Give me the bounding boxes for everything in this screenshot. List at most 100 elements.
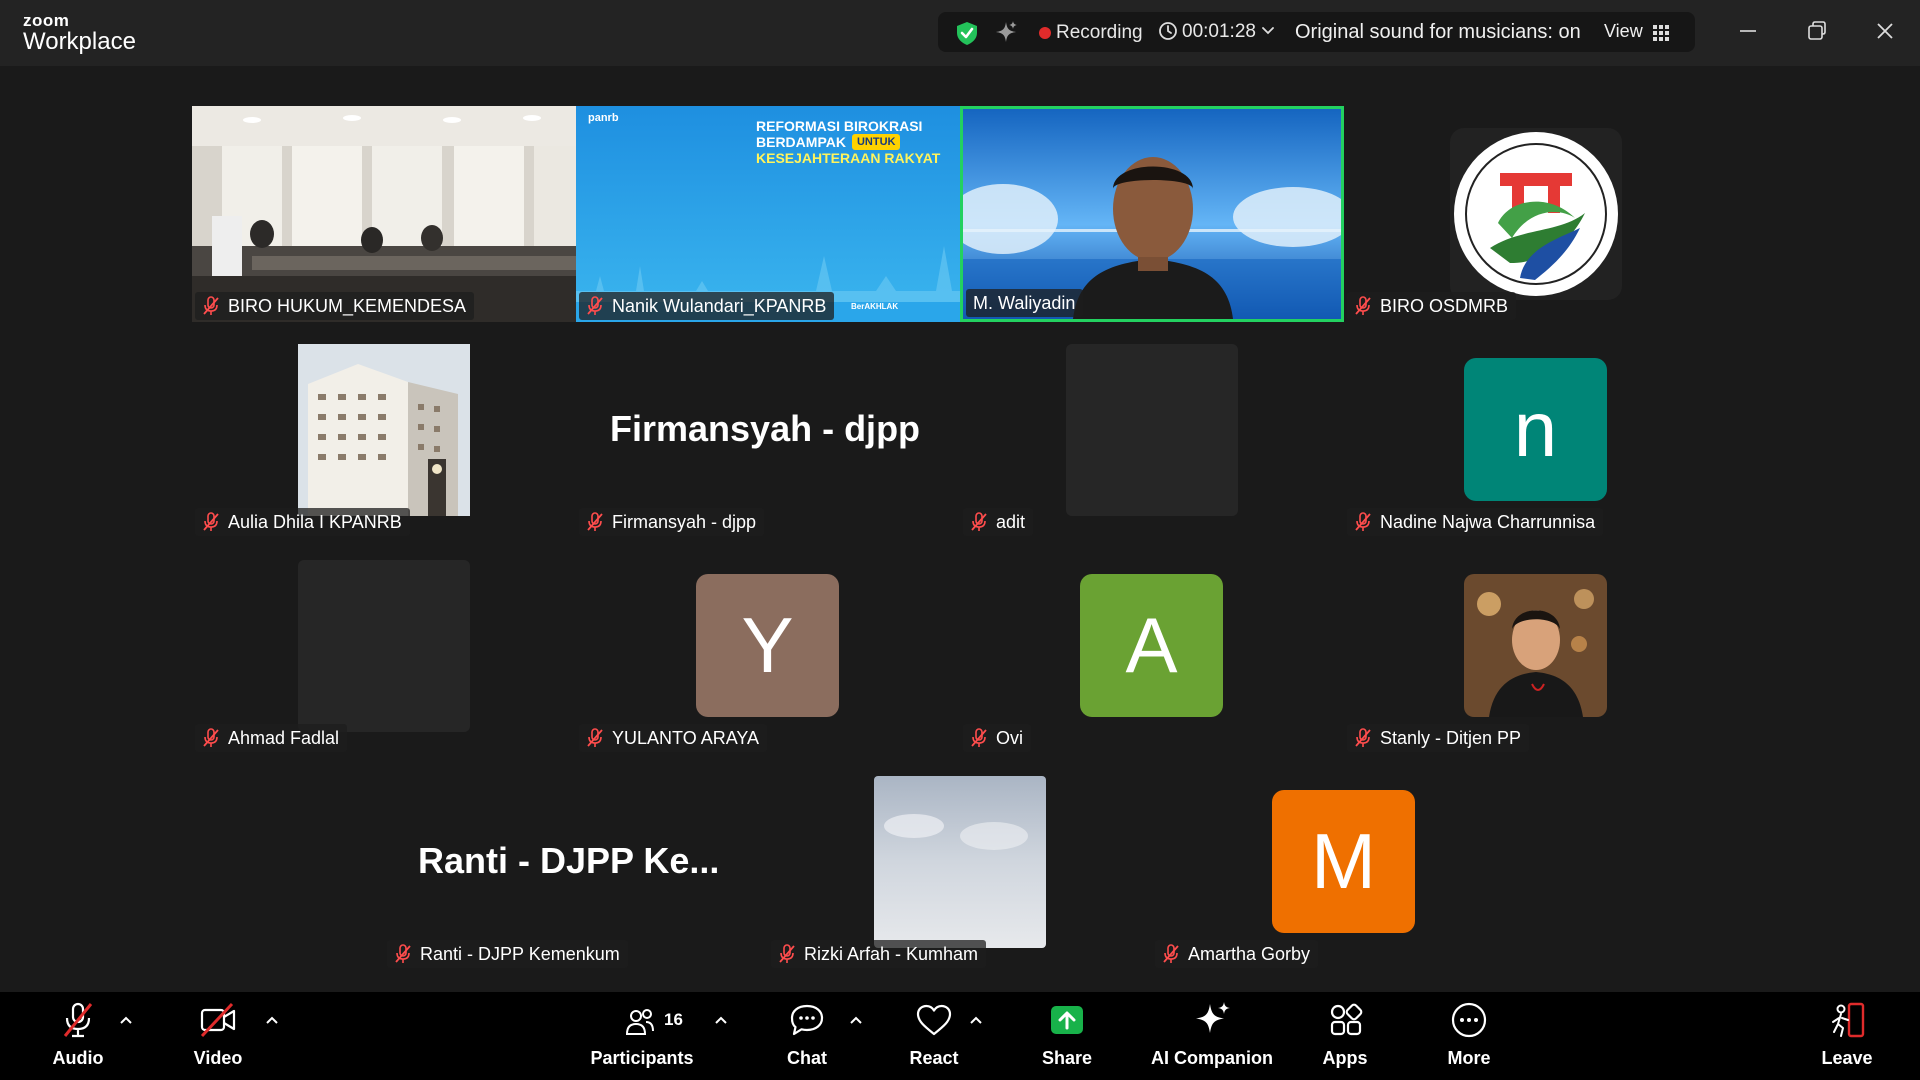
participants-icon — [625, 1009, 654, 1035]
muted-mic-icon — [203, 728, 219, 747]
more-button[interactable]: More — [1434, 998, 1504, 1069]
title-bar: zoom Workplace Recording 00:01:28 Origin… — [0, 0, 1920, 66]
speaker-video — [963, 109, 1341, 319]
slide-title: REFORMASI BIROKRASI BERDAMPAK UNTUK KESE… — [756, 118, 940, 166]
ai-companion-label: AI Companion — [1151, 1048, 1273, 1068]
audio-button[interactable]: Audio — [42, 998, 114, 1069]
video-tile-nanik[interactable]: panrb REFORMASI BIROKRASI BERDAMPAK UNTU… — [576, 106, 960, 322]
muted-mic-icon — [1163, 944, 1179, 963]
initial-avatar: A — [1080, 574, 1223, 717]
video-tile-biro-osdmrb[interactable]: BIRO OSDMRB — [1344, 106, 1728, 322]
video-tile-ovi[interactable]: A Ovi — [960, 538, 1344, 754]
ai-sparkle-icon[interactable] — [994, 20, 1018, 44]
name-label: Stanly - Ditjen PP — [1347, 724, 1530, 752]
conference-room-video — [192, 106, 576, 322]
video-tile-ranti[interactable]: Ranti - DJPP Ke... Ranti - DJPP Kemenkum — [384, 754, 768, 970]
participant-display-name: Firmansyah - djpp — [610, 408, 921, 449]
restore-icon[interactable] — [1802, 16, 1832, 46]
chevron-down-icon[interactable] — [1260, 23, 1276, 39]
slide-footer: BerAKHLAK — [851, 302, 899, 311]
react-label: React — [909, 1048, 959, 1068]
heart-icon — [916, 1004, 952, 1036]
video-tile-biro-hukum[interactable]: BIRO HUKUM_KEMENDESA — [192, 106, 576, 322]
participant-name: BIRO OSDMRB — [1380, 295, 1509, 316]
leave-label: Leave — [1821, 1048, 1873, 1068]
muted-mic-icon — [971, 728, 987, 747]
recording-dot-icon — [1039, 27, 1051, 39]
participant-count: 16 — [664, 1010, 683, 1029]
participant-name: Firmansyah - djpp — [612, 511, 757, 532]
video-tile-firmansyah[interactable]: Firmansyah - djpp Firmansyah - djpp — [576, 322, 960, 538]
clock-icon — [1159, 22, 1177, 40]
building-profile-photo — [298, 344, 470, 516]
participants-button[interactable]: 16 Participants — [588, 998, 696, 1069]
name-label: Ovi — [963, 724, 1031, 752]
muted-mic-icon — [587, 728, 603, 747]
original-sound-status[interactable]: Original sound for musicians: on — [1295, 21, 1581, 44]
video-tile-nadine[interactable]: n Nadine Najwa Charrunnisa — [1344, 322, 1728, 538]
slide-badge: UNTUK — [851, 134, 901, 150]
react-options-chevron-up-icon[interactable] — [968, 1012, 984, 1028]
ai-companion-sparkle-icon — [1196, 1002, 1230, 1033]
video-tile-rizki[interactable]: Rizki Arfah - Kumham — [768, 754, 1152, 970]
video-tile-amartha[interactable]: M Amartha Gorby — [1152, 754, 1536, 970]
name-label: Rizki Arfah - Kumham — [771, 940, 987, 968]
chat-bubble-icon — [790, 1004, 824, 1036]
brand-top: zoom — [23, 11, 70, 30]
muted-mic-icon — [1355, 512, 1371, 531]
video-tile-stanly[interactable]: Stanly - Ditjen PP — [1344, 538, 1728, 754]
participants-icon-group: 16 — [588, 998, 696, 1042]
initial-avatar: M — [1272, 790, 1415, 933]
slide-line-3: KESEJAHTERAAN RAKYAT — [756, 150, 941, 166]
name-label: adit — [963, 508, 1034, 536]
more-icon — [1451, 1002, 1487, 1038]
muted-mic-icon — [203, 512, 219, 531]
participants-options-chevron-up-icon[interactable] — [713, 1012, 729, 1028]
blank-avatar — [298, 560, 470, 732]
video-off-icon — [200, 1002, 236, 1038]
audio-options-chevron-up-icon[interactable] — [118, 1012, 134, 1028]
participant-name: Stanly - Ditjen PP — [1380, 727, 1522, 748]
blurred-profile-photo — [874, 776, 1046, 948]
participant-name: M. Waliyadin — [973, 292, 1076, 313]
share-button[interactable]: Share — [1032, 998, 1102, 1069]
view-button[interactable]: View — [1604, 21, 1643, 42]
encryption-shield-icon[interactable] — [954, 20, 980, 46]
blank-avatar — [1066, 344, 1238, 516]
video-tile-ahmad[interactable]: Ahmad Fadlal — [192, 538, 576, 754]
name-label: M. Waliyadin — [966, 289, 1084, 317]
initial-avatar: n — [1464, 358, 1607, 501]
video-tile-yulanto[interactable]: Y YULANTO ARAYA — [576, 538, 960, 754]
video-tile-waliyadin-active-speaker[interactable]: M. Waliyadin — [960, 106, 1344, 322]
close-icon[interactable] — [1870, 16, 1900, 46]
video-label: Video — [193, 1048, 243, 1068]
name-label: YULANTO ARAYA — [579, 724, 768, 752]
app-logo: zoom Workplace — [23, 12, 136, 54]
name-label: Ranti - DJPP Kemenkum — [387, 940, 628, 968]
video-options-chevron-up-icon[interactable] — [264, 1012, 280, 1028]
react-button[interactable]: React — [899, 998, 969, 1069]
video-button[interactable]: Video — [182, 998, 254, 1069]
participant-name: adit — [996, 511, 1026, 532]
muted-mic-icon — [587, 512, 603, 531]
participant-name: Aulia Dhila I KPANRB — [228, 511, 402, 532]
share-screen-icon — [1051, 1006, 1083, 1034]
participant-name: Nadine Najwa Charrunnisa — [1380, 511, 1596, 532]
ai-companion-button[interactable]: AI Companion — [1150, 998, 1274, 1069]
name-label: BIRO HUKUM_KEMENDESA — [195, 292, 475, 320]
chat-options-chevron-up-icon[interactable] — [848, 1012, 864, 1028]
participant-name: Ovi — [996, 727, 1023, 748]
participant-name: Ranti - DJPP Kemenkum — [420, 943, 620, 964]
muted-mic-icon — [1355, 728, 1371, 747]
apps-button[interactable]: Apps — [1310, 998, 1380, 1069]
name-label: Nadine Najwa Charrunnisa — [1347, 508, 1604, 536]
leave-door-icon — [1832, 1002, 1865, 1038]
chat-button[interactable]: Chat — [772, 998, 842, 1069]
video-tile-aulia[interactable]: Aulia Dhila I KPANRB — [192, 322, 576, 538]
video-tile-adit[interactable]: adit — [960, 322, 1344, 538]
leave-button[interactable]: Leave — [1812, 998, 1882, 1069]
muted-mic-icon — [203, 296, 219, 315]
recording-label[interactable]: Recording — [1056, 22, 1143, 44]
grid-view-icon[interactable] — [1652, 24, 1670, 42]
minimize-icon[interactable] — [1733, 16, 1763, 46]
